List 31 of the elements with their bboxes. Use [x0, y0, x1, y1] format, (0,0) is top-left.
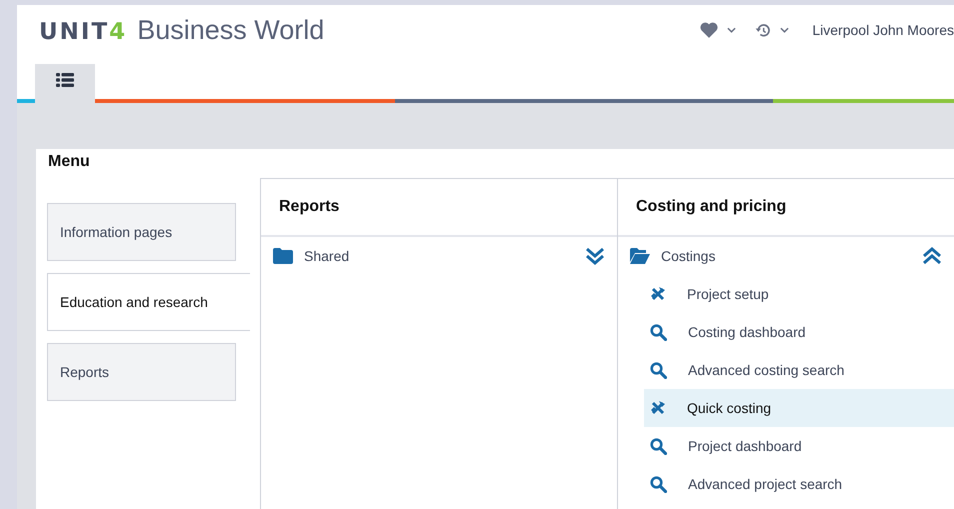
search-icon [650, 438, 667, 454]
list-icon [56, 73, 74, 88]
search-icon [650, 476, 667, 492]
menu-section-tab[interactable]: Reports [47, 343, 236, 401]
menu-item[interactable]: Advanced costing search [644, 351, 954, 389]
history-icon[interactable] [755, 22, 772, 38]
chevron-down-icon[interactable] [727, 27, 736, 34]
folder-item[interactable]: Shared [261, 237, 617, 275]
double-chevron-up-icon[interactable] [922, 247, 942, 265]
menu-section-tab[interactable]: Information pages [47, 203, 236, 261]
column-title: Reports [279, 198, 340, 216]
menu-item[interactable]: Costing dashboard [644, 313, 954, 351]
search-icon [650, 362, 667, 378]
tools-icon [650, 400, 666, 416]
menu-item[interactable]: Project dashboard [644, 427, 954, 465]
organisation-name[interactable]: Liverpool John Moores [812, 22, 954, 38]
product-name: Business World [137, 14, 324, 46]
chevron-down-icon[interactable] [780, 27, 790, 34]
search-icon [650, 324, 667, 340]
double-chevron-down-icon[interactable] [585, 247, 605, 265]
tools-icon [650, 286, 666, 302]
menu-title: Menu [47, 152, 91, 172]
menu-tab[interactable] [35, 64, 95, 103]
folder-item[interactable]: Costings [618, 237, 954, 275]
logo-wordmark: UNIT4 [39, 18, 128, 45]
menu-item[interactable]: Advanced project search [644, 465, 954, 503]
heart-icon[interactable] [700, 22, 718, 38]
menu-section-tab[interactable]: Education and research [47, 273, 250, 331]
menu-item[interactable]: Project setup [644, 275, 954, 313]
menu-item[interactable]: Quick costing [644, 389, 954, 427]
column-title: Costing and pricing [636, 198, 786, 216]
